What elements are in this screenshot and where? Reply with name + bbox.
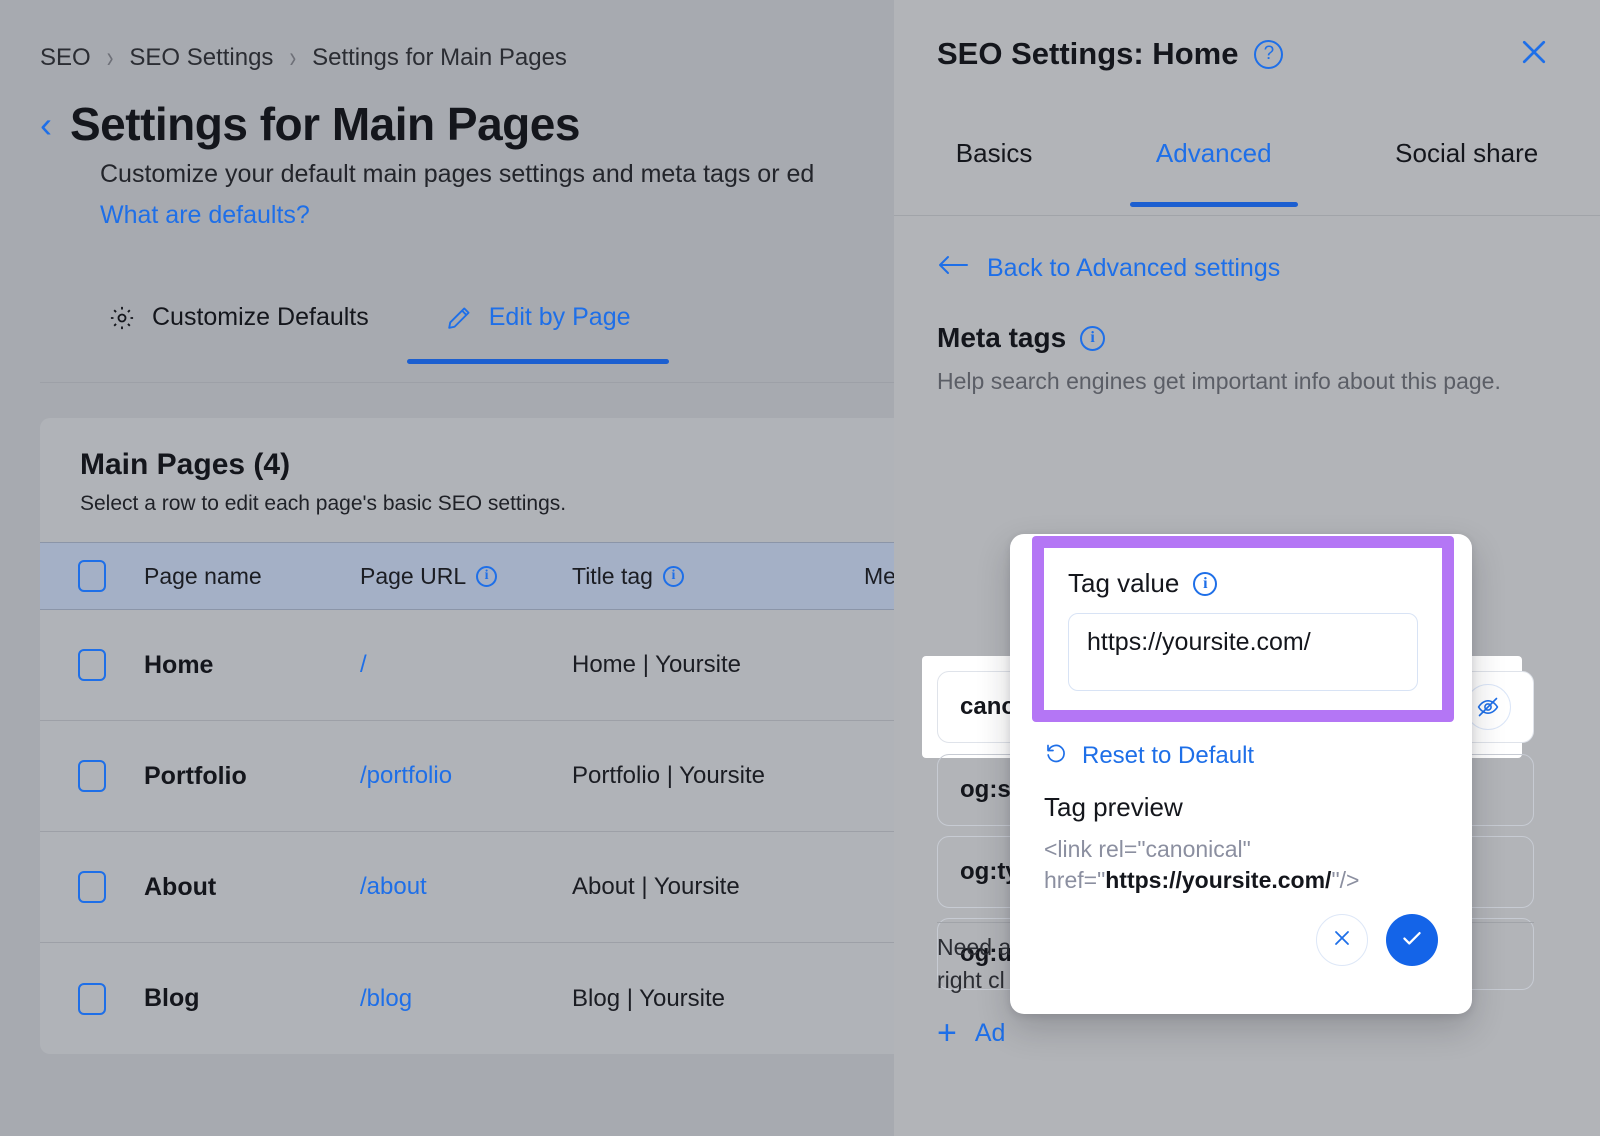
add-meta-tag-link[interactable]: + Ad	[937, 1016, 1005, 1050]
card-description: Select a row to edit each page's basic S…	[80, 492, 894, 516]
tab-customize-defaults[interactable]: Customize Defaults	[70, 303, 407, 364]
cell-page-name: Home	[144, 651, 360, 680]
table-row[interactable]: About /about About | Yoursite	[40, 832, 894, 943]
column-header-page-url[interactable]: Page URL i	[360, 563, 572, 590]
tag-preview-title: Tag preview	[1044, 792, 1183, 823]
table-header-row: Page name Page URL i Title tag i Meta	[40, 542, 894, 610]
page-title-row: ‹ Settings for Main Pages	[40, 98, 580, 152]
tab-basics[interactable]: Basics	[952, 130, 1037, 207]
info-circle-icon[interactable]: i	[1193, 572, 1217, 596]
chevron-right-icon: ›	[289, 41, 296, 76]
undo-icon	[1044, 740, 1068, 771]
cell-page-url[interactable]: /blog	[360, 985, 572, 1013]
tab-label: Customize Defaults	[152, 303, 369, 332]
row-checkbox-cell[interactable]	[40, 649, 144, 681]
page-title: Settings for Main Pages	[70, 98, 580, 151]
tag-value-input[interactable]: https://yoursite.com/	[1068, 613, 1418, 691]
question-circle-icon[interactable]: ?	[1254, 40, 1283, 69]
background-page: SEO › SEO Settings › Settings for Main P…	[0, 0, 894, 1136]
breadcrumb-item-seo-settings[interactable]: SEO Settings	[129, 44, 273, 72]
breadcrumb-item-seo[interactable]: SEO	[40, 44, 91, 72]
row-checkbox[interactable]	[78, 649, 106, 681]
tab-social-share[interactable]: Social share	[1391, 130, 1542, 207]
popup-actions	[1316, 914, 1438, 966]
page-subtitle: Customize your default main pages settin…	[100, 160, 814, 189]
tab-advanced[interactable]: Advanced	[1152, 130, 1276, 207]
column-header-title-tag[interactable]: Title tag i	[572, 563, 864, 590]
tag-edit-popup: Tag value i https://yoursite.com/ Reset …	[1010, 534, 1472, 1014]
select-all-cell[interactable]	[40, 560, 144, 592]
tag-value-label: Tag value	[1068, 568, 1179, 599]
tag-value-highlight: Tag value i https://yoursite.com/	[1032, 536, 1454, 722]
table-row[interactable]: Home / Home | Yoursite	[40, 610, 894, 721]
info-icon[interactable]: i	[1080, 326, 1105, 351]
breadcrumb: SEO › SEO Settings › Settings for Main P…	[40, 44, 567, 72]
row-checkbox-cell[interactable]	[40, 871, 144, 903]
breadcrumb-item-current: Settings for Main Pages	[312, 44, 567, 72]
meta-tags-description: Help search engines get important info a…	[937, 366, 1517, 398]
cell-page-name: Blog	[144, 984, 360, 1013]
panel-header: SEO Settings: Home ? Basics Advanced Soc…	[894, 0, 1600, 216]
close-icon	[1330, 926, 1354, 955]
tag-value-group: Tag value i https://yoursite.com/	[1044, 548, 1442, 710]
cell-title-tag: Blog | Yoursite	[572, 985, 864, 1013]
panel-title: SEO Settings: Home ?	[937, 36, 1283, 72]
meta-tags-heading: Meta tags i	[937, 322, 1105, 354]
card-header: Main Pages (4) Select a row to edit each…	[40, 418, 894, 542]
chevron-right-icon: ›	[107, 41, 114, 76]
tab-edit-by-page[interactable]: Edit by Page	[407, 303, 669, 364]
card-title: Main Pages (4)	[80, 448, 894, 482]
row-checkbox-cell[interactable]	[40, 760, 144, 792]
reset-label: Reset to Default	[1082, 742, 1254, 770]
row-checkbox[interactable]	[78, 871, 106, 903]
need-help-suffix: right cl	[937, 967, 1005, 993]
table-row[interactable]: Blog /blog Blog | Yoursite	[40, 943, 894, 1054]
what-are-defaults-link[interactable]: What are defaults?	[100, 201, 310, 230]
back-chevron-icon[interactable]: ‹	[40, 98, 52, 152]
pages-table: Page name Page URL i Title tag i Meta	[40, 542, 894, 1054]
check-icon	[1399, 925, 1425, 956]
add-link-label: Ad	[975, 1019, 1006, 1048]
back-link-label: Back to Advanced settings	[987, 254, 1280, 283]
tag-value-label-row: Tag value i	[1068, 568, 1418, 599]
cell-page-url[interactable]: /portfolio	[360, 762, 572, 790]
back-to-advanced-settings-link[interactable]: Back to Advanced settings	[937, 254, 1280, 283]
cell-page-name: About	[144, 873, 360, 902]
row-checkbox[interactable]	[78, 760, 106, 792]
tab-label: Edit by Page	[489, 303, 631, 332]
cell-page-url[interactable]: /	[360, 651, 572, 679]
cell-title-tag: Portfolio | Yoursite	[572, 762, 864, 790]
select-all-checkbox[interactable]	[78, 560, 106, 592]
info-icon[interactable]: i	[476, 566, 497, 587]
need-help-prefix: Need a	[937, 934, 1011, 960]
confirm-button[interactable]	[1386, 914, 1438, 966]
page-tabs: Customize Defaults Edit by Page	[70, 303, 669, 364]
divider	[40, 382, 894, 383]
main-pages-card: Main Pages (4) Select a row to edit each…	[40, 418, 894, 1054]
panel-title-text: SEO Settings: Home	[937, 36, 1238, 72]
preview-code-suffix: "/>	[1331, 867, 1359, 893]
cell-title-tag: About | Yoursite	[572, 873, 864, 901]
cell-page-name: Portfolio	[144, 762, 360, 791]
table-row[interactable]: Portfolio /portfolio Portfolio | Yoursit…	[40, 721, 894, 832]
cell-title-tag: Home | Yoursite	[572, 651, 864, 679]
row-checkbox[interactable]	[78, 983, 106, 1015]
arrow-left-icon	[937, 254, 969, 283]
cell-page-url[interactable]: /about	[360, 873, 572, 901]
cancel-button[interactable]	[1316, 914, 1368, 966]
pencil-icon	[445, 304, 473, 332]
tag-key: og:si	[960, 776, 1017, 804]
tag-preview-code: <link rel="canonical" href="https://your…	[1044, 834, 1444, 897]
row-checkbox-cell[interactable]	[40, 983, 144, 1015]
reset-to-default-link[interactable]: Reset to Default	[1044, 740, 1254, 771]
info-icon[interactable]: i	[663, 566, 684, 587]
gear-icon	[108, 304, 136, 332]
plus-icon: +	[937, 1016, 957, 1050]
column-header-meta[interactable]: Meta	[864, 563, 894, 590]
preview-code-value: https://yoursite.com/	[1105, 867, 1331, 893]
panel-tabs: Basics Advanced Social share	[894, 130, 1600, 216]
close-icon[interactable]	[1516, 34, 1552, 70]
column-header-page-name[interactable]: Page name	[144, 563, 360, 590]
screen: SEO › SEO Settings › Settings for Main P…	[0, 0, 1600, 1136]
